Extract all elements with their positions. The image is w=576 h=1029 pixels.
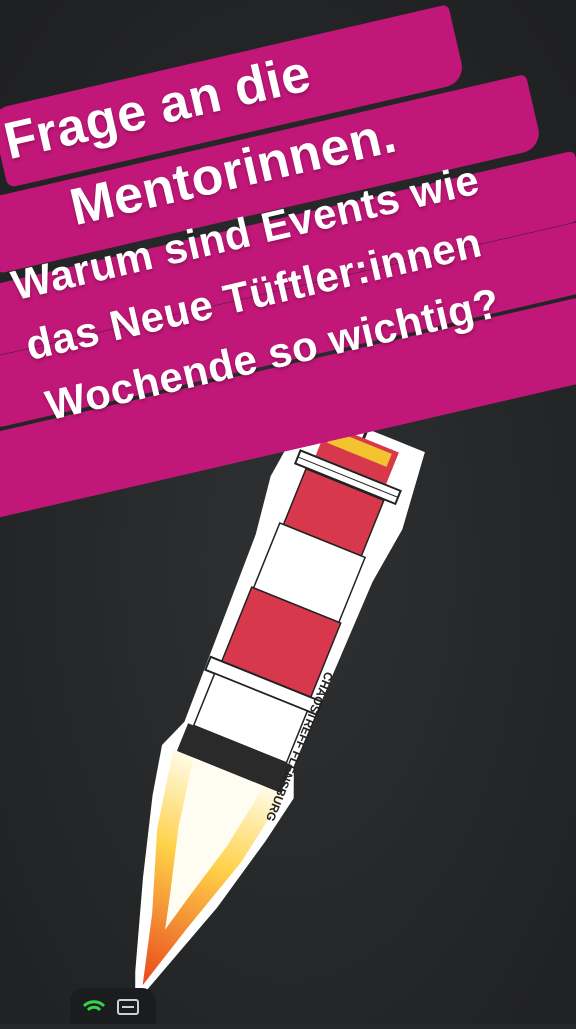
screen-cast-icon bbox=[117, 999, 139, 1015]
wifi-icon bbox=[82, 1000, 106, 1012]
device-status-strip bbox=[70, 988, 156, 1024]
